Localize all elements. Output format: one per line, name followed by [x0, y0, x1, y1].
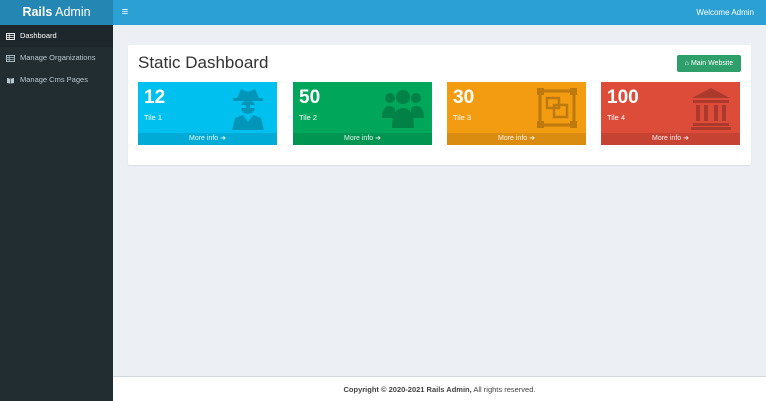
stat-tile-2: 50 Tile 2 More info ➜: [293, 82, 432, 145]
book-icon: [7, 77, 14, 84]
stat-tile-1: 12 Tile 1 More info ➜: [138, 82, 277, 145]
more-info-link[interactable]: More info ➜: [447, 133, 586, 145]
tile-value: 12: [144, 87, 166, 108]
welcome-text[interactable]: Welcome Admin: [696, 0, 754, 25]
more-info-link[interactable]: More info ➜: [293, 133, 432, 145]
sidebar-item-label: Manage Cms Pages: [20, 75, 88, 84]
logo-light-text: Admin: [55, 5, 91, 19]
home-icon: ⌂: [684, 60, 689, 67]
arrow-circle-right-icon: ➜: [529, 135, 535, 142]
arrow-circle-right-icon: ➜: [683, 135, 689, 142]
more-info-label: More info: [651, 135, 682, 142]
object-group-icon: [537, 88, 577, 128]
page-title: Static Dashboard: [138, 53, 269, 72]
sidebar-item-dashboard[interactable]: Dashboard: [0, 25, 113, 47]
sidebar-item-manage-cms-pages[interactable]: Manage Cms Pages: [0, 69, 113, 91]
main-website-button[interactable]: ⌂ Main Website: [677, 55, 741, 72]
menu-toggle-icon[interactable]: ≡: [118, 0, 132, 25]
institution-icon: [691, 88, 731, 130]
stat-tile-4: 100 Tile 4 More info ➜: [601, 82, 740, 145]
more-info-link[interactable]: More info ➜: [138, 133, 277, 145]
tile-label: Tile 1: [144, 113, 163, 122]
app-logo[interactable]: Rails Admin: [0, 0, 113, 25]
table-icon: [6, 32, 15, 40]
tile-label: Tile 4: [607, 113, 626, 122]
more-info-link[interactable]: More info ➜: [601, 133, 740, 145]
more-info-label: More info: [343, 135, 374, 142]
tile-label: Tile 2: [299, 113, 318, 122]
stat-tile-3: 30 Tile 3 More info ➜: [447, 82, 586, 145]
copyright-bold: Copyright © 2020-2021 Rails Admin,: [343, 385, 472, 394]
main-website-label: Main Website: [690, 60, 734, 67]
copyright-rest: All rights reserved.: [471, 385, 536, 394]
footer: Copyright © 2020-2021 Rails Admin, All r…: [113, 376, 766, 401]
sidebar-item-manage-organizations[interactable]: Manage Organizations: [0, 47, 113, 69]
tile-label: Tile 3: [453, 113, 472, 122]
top-navbar: [0, 0, 766, 25]
table-icon: [6, 54, 15, 62]
users-icon: [382, 90, 424, 128]
sidebar-item-label: Dashboard: [20, 31, 57, 40]
more-info-label: More info: [497, 135, 528, 142]
user-secret-icon: [232, 89, 264, 130]
logo-bold-text: Rails: [22, 5, 53, 19]
sidebar-item-label: Manage Organizations: [20, 53, 96, 62]
arrow-circle-right-icon: ➜: [220, 135, 226, 142]
more-info-label: More info: [188, 135, 219, 142]
tile-value: 30: [453, 87, 475, 108]
arrow-circle-right-icon: ➜: [375, 135, 381, 142]
tile-value: 50: [299, 87, 321, 108]
tile-value: 100: [607, 87, 639, 108]
